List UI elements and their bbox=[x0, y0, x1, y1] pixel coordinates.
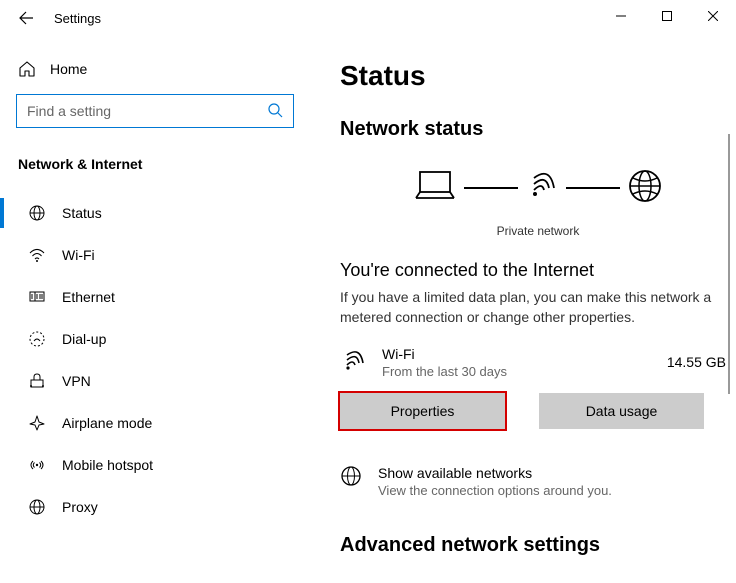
laptop-icon bbox=[412, 168, 458, 207]
sidebar-item-label: Status bbox=[62, 205, 102, 221]
available-title: Show available networks bbox=[378, 465, 612, 481]
window-title: Settings bbox=[54, 11, 101, 26]
sidebar-item-hotspot[interactable]: Mobile hotspot bbox=[16, 444, 306, 486]
main-content: Status Network status Private network Yo… bbox=[310, 36, 736, 583]
properties-button[interactable]: Properties bbox=[340, 393, 505, 429]
sidebar-item-status[interactable]: Status bbox=[16, 192, 306, 234]
search-input[interactable] bbox=[16, 94, 294, 128]
diagram-line bbox=[566, 187, 620, 189]
proxy-icon bbox=[28, 498, 46, 516]
minimize-icon bbox=[616, 11, 626, 21]
connected-title: You're connected to the Internet bbox=[340, 260, 736, 281]
advanced-heading: Advanced network settings bbox=[340, 534, 736, 557]
hotspot-icon bbox=[28, 456, 46, 474]
sidebar-item-label: Wi-Fi bbox=[62, 247, 95, 263]
sidebar-item-airplane[interactable]: Airplane mode bbox=[16, 402, 306, 444]
sidebar-item-label: Dial-up bbox=[62, 331, 106, 347]
close-icon bbox=[708, 11, 718, 21]
maximize-icon bbox=[662, 11, 672, 21]
airplane-icon bbox=[28, 414, 46, 432]
wifi-icon bbox=[524, 168, 560, 207]
minimize-button[interactable] bbox=[598, 0, 644, 32]
ethernet-icon bbox=[28, 288, 46, 306]
sidebar-category: Network & Internet bbox=[16, 156, 306, 172]
sidebar-item-label: Ethernet bbox=[62, 289, 115, 305]
show-available-networks[interactable]: Show available networks View the connect… bbox=[340, 465, 736, 498]
sidebar-home-label: Home bbox=[50, 61, 87, 77]
network-diagram bbox=[340, 161, 736, 216]
data-usage-button[interactable]: Data usage bbox=[539, 393, 704, 429]
wifi-icon bbox=[340, 347, 368, 378]
connection-row: Wi-Fi From the last 30 days 14.55 GB bbox=[340, 346, 736, 379]
sidebar-item-wifi[interactable]: Wi-Fi bbox=[16, 234, 306, 276]
sidebar-item-vpn[interactable]: VPN bbox=[16, 360, 306, 402]
wifi-icon bbox=[28, 246, 46, 264]
dialup-icon bbox=[28, 330, 46, 348]
sidebar-item-label: Proxy bbox=[62, 499, 98, 515]
sidebar-home[interactable]: Home bbox=[16, 56, 306, 82]
sidebar-item-ethernet[interactable]: Ethernet bbox=[16, 276, 306, 318]
home-icon bbox=[18, 60, 36, 78]
connection-name: Wi-Fi bbox=[382, 346, 653, 362]
sidebar-item-label: Mobile hotspot bbox=[62, 457, 153, 473]
sidebar-item-proxy[interactable]: Proxy bbox=[16, 486, 306, 528]
sidebar-item-dialup[interactable]: Dial-up bbox=[16, 318, 306, 360]
connection-sub: From the last 30 days bbox=[382, 364, 653, 379]
globe-icon bbox=[626, 167, 664, 208]
back-button[interactable] bbox=[16, 8, 36, 28]
connection-usage: 14.55 GB bbox=[667, 354, 736, 370]
close-button[interactable] bbox=[690, 0, 736, 32]
maximize-button[interactable] bbox=[644, 0, 690, 32]
vpn-icon bbox=[28, 372, 46, 390]
sidebar-item-label: Airplane mode bbox=[62, 415, 152, 431]
sidebar: Home Network & Internet Status Wi-Fi bbox=[0, 36, 310, 583]
search-icon bbox=[267, 102, 283, 121]
scrollbar[interactable] bbox=[728, 134, 730, 394]
diagram-label: Private network bbox=[340, 224, 736, 238]
globe-icon bbox=[340, 465, 362, 490]
diagram-line bbox=[464, 187, 518, 189]
connected-desc: If you have a limited data plan, you can… bbox=[340, 287, 720, 328]
globe-icon bbox=[28, 204, 46, 222]
available-sub: View the connection options around you. bbox=[378, 483, 612, 498]
titlebar: Settings bbox=[0, 0, 736, 36]
sidebar-item-label: VPN bbox=[62, 373, 91, 389]
arrow-left-icon bbox=[18, 10, 34, 26]
page-title: Status bbox=[340, 60, 736, 92]
status-heading: Network status bbox=[340, 118, 736, 141]
